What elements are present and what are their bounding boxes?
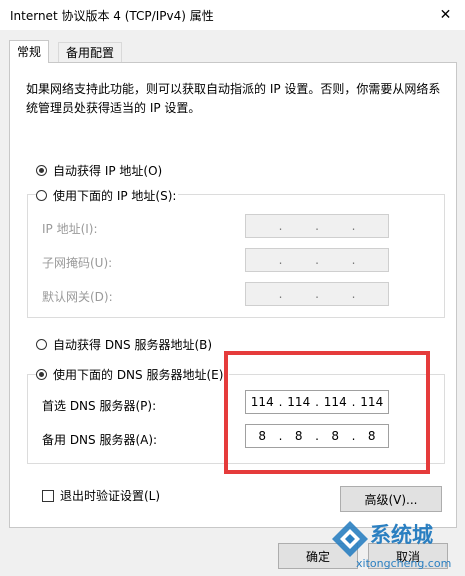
manual-dns-radio[interactable] — [36, 369, 47, 380]
ip-octet: 8 — [331, 429, 340, 443]
manual-dns-label: 使用下面的 DNS 服务器地址(E): — [53, 368, 228, 382]
watermark: 系统城 xitongcheng.com — [330, 517, 465, 576]
manual-ip-radio[interactable] — [36, 190, 47, 201]
window-title: Internet 协议版本 4 (TCP/IPv4) 属性 — [10, 9, 214, 23]
ip-octet: 114 — [323, 395, 347, 409]
auto-dns-radio[interactable] — [36, 339, 47, 350]
default-gateway-label: 默认网关(D): — [42, 290, 113, 304]
ip-octet: 8 — [294, 429, 303, 443]
default-gateway-field[interactable]: . . . — [245, 282, 389, 306]
close-icon: ✕ — [439, 7, 452, 23]
tab-alternate-config[interactable]: 备用配置 — [58, 42, 123, 63]
manual-ip-option[interactable]: 使用下面的 IP 地址(S): — [36, 187, 179, 204]
validate-option[interactable]: 退出时验证设置(L) — [42, 487, 160, 504]
validate-checkbox[interactable] — [42, 489, 54, 502]
dns-group-box — [27, 374, 445, 464]
validate-label: 退出时验证设置(L) — [60, 489, 161, 503]
tab-general[interactable]: 常规 — [9, 40, 50, 63]
auto-dns-label: 自动获得 DNS 服务器地址(B) — [53, 338, 213, 352]
ip-octet: 114 — [360, 395, 384, 409]
ip-address-field[interactable]: . . . — [245, 214, 389, 238]
preferred-dns-label: 首选 DNS 服务器(P): — [42, 399, 157, 413]
description-text: 如果网络支持此功能，则可以获取自动指派的 IP 设置。否则，你需要从网络系统管理… — [26, 82, 441, 115]
title-bar: Internet 协议版本 4 (TCP/IPv4) 属性 ✕ — [0, 0, 465, 30]
auto-ip-option[interactable]: 自动获得 IP 地址(O) — [36, 162, 165, 179]
preferred-dns-field[interactable]: 114. 114. 114. 114 — [245, 390, 389, 414]
manual-dns-option[interactable]: 使用下面的 DNS 服务器地址(E): — [36, 366, 230, 383]
auto-ip-radio[interactable] — [36, 165, 47, 176]
watermark-brand: 系统城 — [370, 523, 433, 547]
auto-dns-option[interactable]: 自动获得 DNS 服务器地址(B) — [36, 336, 215, 353]
watermark-url: xitongcheng.com — [356, 557, 452, 570]
alternate-dns-field[interactable]: 8. 8. 8. 8 — [245, 424, 389, 448]
auto-ip-label: 自动获得 IP 地址(O) — [53, 164, 163, 178]
advanced-button[interactable]: 高级(V)... — [340, 486, 442, 512]
manual-ip-label: 使用下面的 IP 地址(S): — [53, 189, 177, 203]
ip-octet: 8 — [367, 429, 376, 443]
alternate-dns-label: 备用 DNS 服务器(A): — [42, 433, 158, 447]
ip-octet: 114 — [250, 395, 274, 409]
watermark-logo-icon — [332, 521, 368, 557]
close-button[interactable]: ✕ — [426, 0, 465, 30]
subnet-mask-label: 子网掩码(U): — [42, 256, 113, 270]
ip-octet: 8 — [258, 429, 267, 443]
subnet-mask-field[interactable]: . . . — [245, 248, 389, 272]
ip-octet: 114 — [287, 395, 311, 409]
ip-address-label: IP 地址(I): — [42, 222, 98, 236]
